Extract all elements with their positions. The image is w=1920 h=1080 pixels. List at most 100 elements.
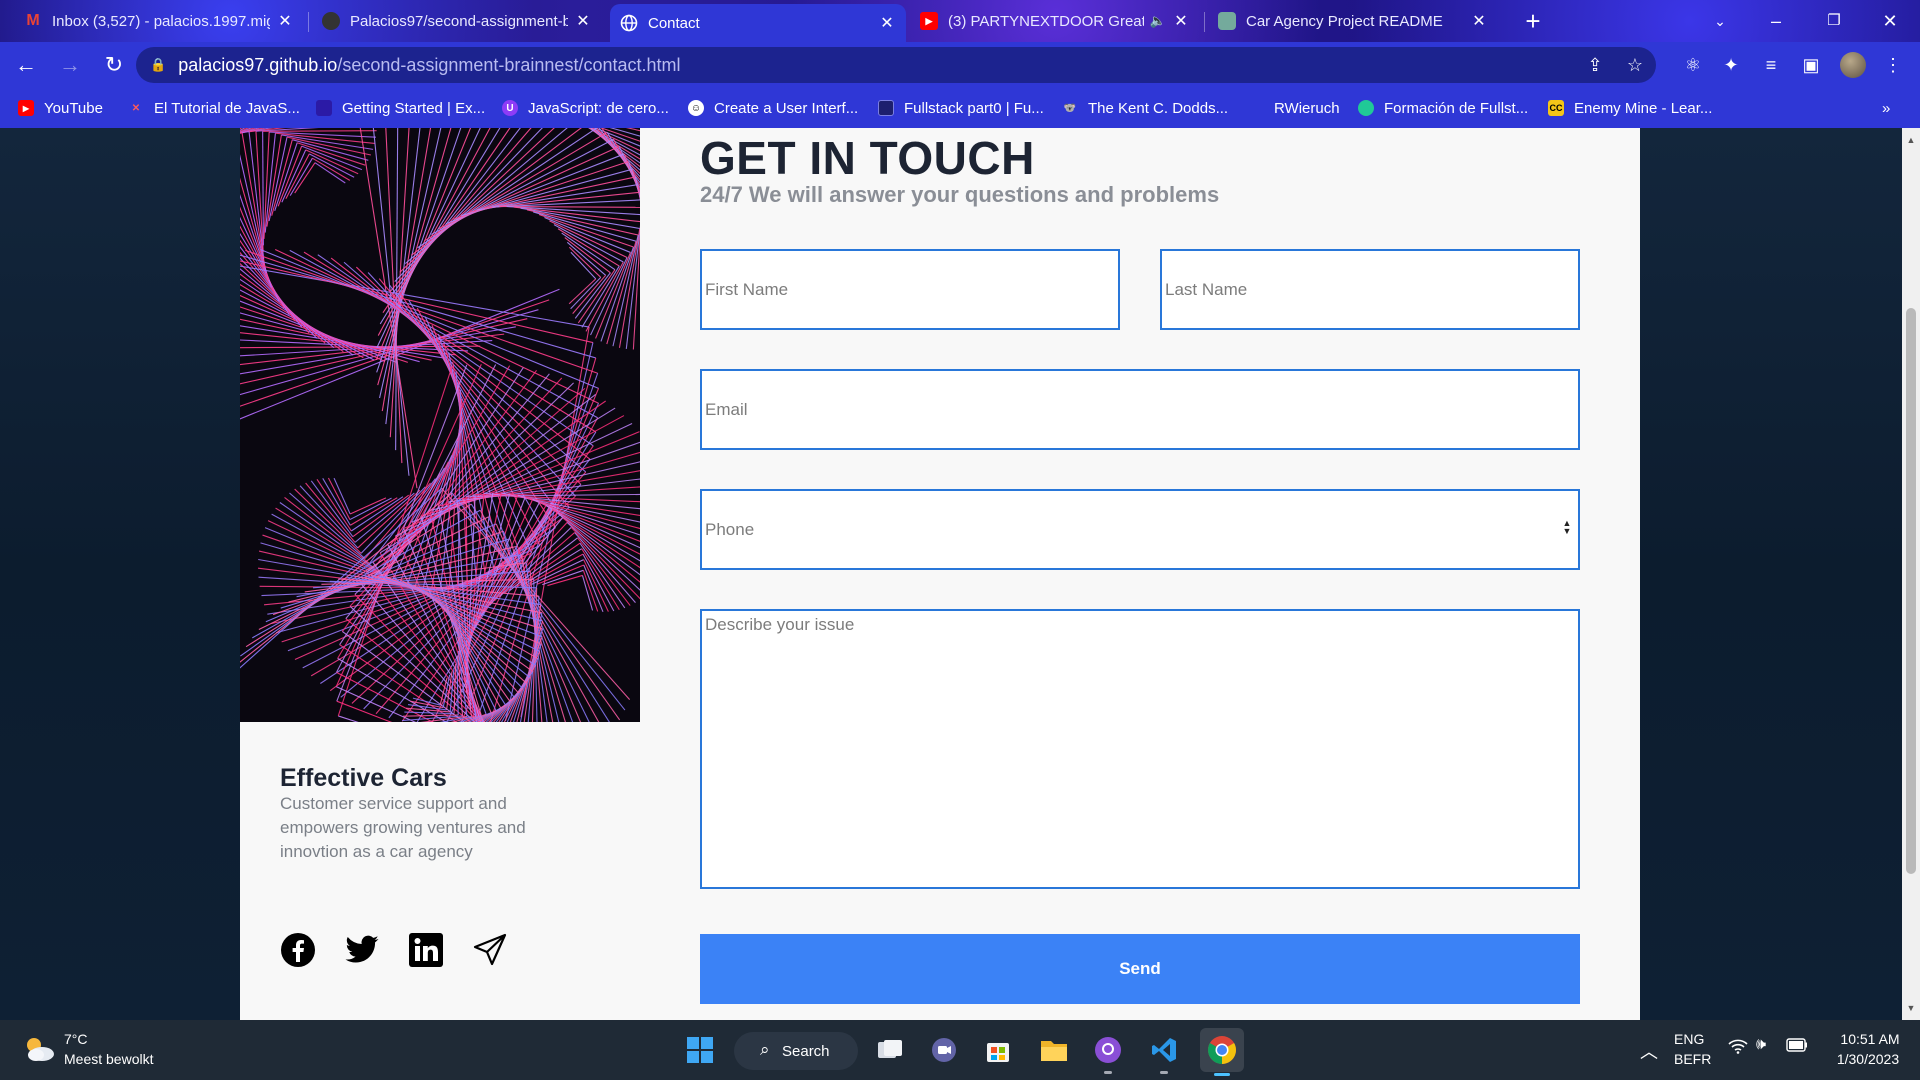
- bookmarks-bar: ▶ YouTube ✕ El Tutorial de JavaS... Gettin…: [0, 88, 1920, 128]
- linkedin-icon[interactable]: [408, 932, 444, 968]
- language-top[interactable]: ENG: [1674, 1031, 1704, 1047]
- language-bottom[interactable]: BEFR: [1674, 1051, 1711, 1067]
- running-indicator: [1214, 1073, 1230, 1076]
- issue-description-textarea[interactable]: [700, 609, 1580, 889]
- reload-button[interactable]: ↻: [96, 47, 132, 83]
- tab-youtube[interactable]: ▶ (3) PARTYNEXTDOOR Greate 🔈 ✕: [910, 4, 1200, 38]
- extensions-icon[interactable]: ✦: [1718, 52, 1744, 78]
- clock-time[interactable]: 10:51 AM: [1834, 1031, 1906, 1047]
- vscode-icon[interactable]: [1146, 1032, 1182, 1074]
- bookmark-item[interactable]: Fullstack part0 | Fu...: [878, 97, 1044, 119]
- tab-gmail[interactable]: M Inbox (3,527) - palacios.1997.mig ✕: [14, 4, 304, 38]
- clock-date[interactable]: 1/30/2023: [1826, 1051, 1910, 1067]
- side-panel-icon[interactable]: ▣: [1798, 52, 1824, 78]
- battery-icon[interactable]: [1786, 1038, 1808, 1055]
- send-button[interactable]: Send: [700, 934, 1580, 1004]
- bookmark-item[interactable]: ✕ El Tutorial de JavaS...: [128, 97, 300, 119]
- scroll-down-arrow-icon[interactable]: ▼: [1902, 1000, 1920, 1016]
- facebook-icon[interactable]: [280, 932, 316, 968]
- menu-icon[interactable]: ⋮: [1880, 52, 1906, 78]
- bookmark-item[interactable]: ☺ Create a User Interf...: [688, 97, 858, 119]
- weather-description[interactable]: Meest bewolkt: [64, 1051, 153, 1067]
- bookmark-item[interactable]: Formación de Fullst...: [1358, 97, 1528, 119]
- bookmark-favicon-icon: [1248, 100, 1264, 116]
- teams-chat-icon[interactable]: [926, 1032, 962, 1068]
- brand-description: Customer service support and empowers gr…: [280, 794, 526, 861]
- address-bar[interactable]: 🔒 palacios97.github.io/second-assignment…: [136, 47, 1656, 83]
- close-icon[interactable]: ✕: [1470, 11, 1488, 31]
- globe-icon: [620, 14, 638, 32]
- tab-contact[interactable]: Contact ✕: [610, 4, 906, 42]
- chrome-icon[interactable]: [1200, 1028, 1244, 1076]
- search-icon: ⌕: [760, 1040, 770, 1059]
- cloudy-weather-icon[interactable]: [22, 1034, 56, 1064]
- brand-name: Effective Cars: [280, 764, 447, 792]
- react-devtools-icon[interactable]: ⚛: [1680, 52, 1706, 78]
- tab-chatgpt[interactable]: Car Agency Project README ✕: [1208, 4, 1498, 38]
- taskbar-search-label: Search: [782, 1042, 830, 1060]
- page-title: GET IN TOUCH: [700, 132, 1035, 184]
- bookmark-item[interactable]: U JavaScript: de cero...: [502, 97, 669, 119]
- github-icon: [322, 12, 340, 30]
- last-name-input[interactable]: [1160, 249, 1580, 330]
- bookmark-item[interactable]: CC Enemy Mine - Lear...: [1548, 97, 1712, 119]
- bookmark-star-icon[interactable]: ☆: [1622, 52, 1648, 78]
- media-control-icon[interactable]: ≡: [1758, 52, 1784, 78]
- more-bookmarks-button[interactable]: »: [1882, 97, 1890, 119]
- task-view-icon[interactable]: [872, 1032, 908, 1068]
- first-name-input[interactable]: [700, 249, 1120, 330]
- windows-start-icon[interactable]: [682, 1032, 718, 1068]
- browser-toolbar: ← → ↻ 🔒 palacios97.github.io/second-assi…: [0, 42, 1920, 88]
- new-tab-button[interactable]: +: [1518, 6, 1548, 36]
- scrollbar-thumb[interactable]: [1906, 308, 1916, 874]
- email-input[interactable]: [700, 369, 1580, 450]
- close-icon[interactable]: ✕: [574, 11, 592, 31]
- phone-input[interactable]: [700, 489, 1580, 570]
- tab-github[interactable]: Palacios97/second-assignment-b ✕: [312, 4, 602, 38]
- chatgpt-icon: [1218, 12, 1236, 30]
- page-scrollbar[interactable]: ▲ ▼: [1902, 128, 1920, 1020]
- bookmark-favicon-icon: [878, 100, 894, 116]
- gmail-icon: M: [26, 12, 40, 29]
- speaker-icon[interactable]: 🔈: [1150, 13, 1166, 29]
- running-indicator: [1104, 1071, 1112, 1074]
- bookmark-item[interactable]: Getting Started | Ex...: [316, 97, 485, 119]
- wifi-icon[interactable]: [1728, 1038, 1748, 1059]
- tab-search-icon[interactable]: ⌄: [1698, 6, 1742, 36]
- running-indicator: [1160, 1071, 1168, 1074]
- youtube-icon: ▶: [920, 12, 938, 30]
- volume-icon[interactable]: 🕪: [1756, 1036, 1766, 1054]
- lock-icon[interactable]: 🔒: [150, 57, 166, 73]
- bookmark-item[interactable]: 🐨 The Kent C. Dodds...: [1062, 97, 1228, 119]
- share-icon[interactable]: ⇪: [1582, 52, 1608, 78]
- number-spinner-icon[interactable]: ▲ ▼: [1562, 519, 1572, 536]
- windows-taskbar: 7°C Meest bewolkt ⌕ Search ︿ ENG BEFR 🕪 …: [0, 1020, 1920, 1080]
- page-viewport: Effective Cars Customer service support …: [0, 128, 1902, 1020]
- minimize-button[interactable]: –: [1754, 6, 1798, 36]
- phone-field-wrapper: ▲▼: [700, 489, 1580, 570]
- bookmark-favicon-icon: [1358, 100, 1374, 116]
- taskbar-search[interactable]: ⌕ Search: [734, 1032, 858, 1070]
- spiral-pattern-image: [240, 128, 640, 722]
- weather-temperature[interactable]: 7°C: [64, 1031, 88, 1047]
- github-desktop-icon[interactable]: [1090, 1032, 1126, 1074]
- close-icon[interactable]: ✕: [276, 11, 294, 31]
- tray-overflow-chevron-icon[interactable]: ︿: [1640, 1038, 1658, 1064]
- profile-avatar[interactable]: [1840, 52, 1866, 78]
- close-icon[interactable]: ✕: [878, 13, 896, 33]
- bookmark-item[interactable]: RWieruch: [1248, 97, 1340, 119]
- file-explorer-icon[interactable]: [1036, 1032, 1072, 1068]
- send-paper-plane-icon[interactable]: [472, 932, 508, 968]
- restore-button[interactable]: ❐: [1812, 6, 1856, 36]
- back-button[interactable]: ←: [8, 47, 44, 83]
- forward-button[interactable]: →: [52, 47, 88, 83]
- microsoft-store-icon[interactable]: [980, 1032, 1016, 1068]
- close-icon[interactable]: ✕: [1172, 11, 1190, 31]
- twitter-icon[interactable]: [344, 932, 380, 968]
- close-window-button[interactable]: ✕: [1868, 6, 1912, 36]
- contact-card: Effective Cars Customer service support …: [240, 128, 1640, 1020]
- bookmark-favicon-icon: 🐨: [1063, 102, 1077, 114]
- scroll-up-arrow-icon[interactable]: ▲: [1902, 132, 1920, 148]
- url-host: palacios97.github.io: [178, 54, 338, 75]
- bookmark-item[interactable]: ▶ YouTube: [18, 97, 103, 119]
